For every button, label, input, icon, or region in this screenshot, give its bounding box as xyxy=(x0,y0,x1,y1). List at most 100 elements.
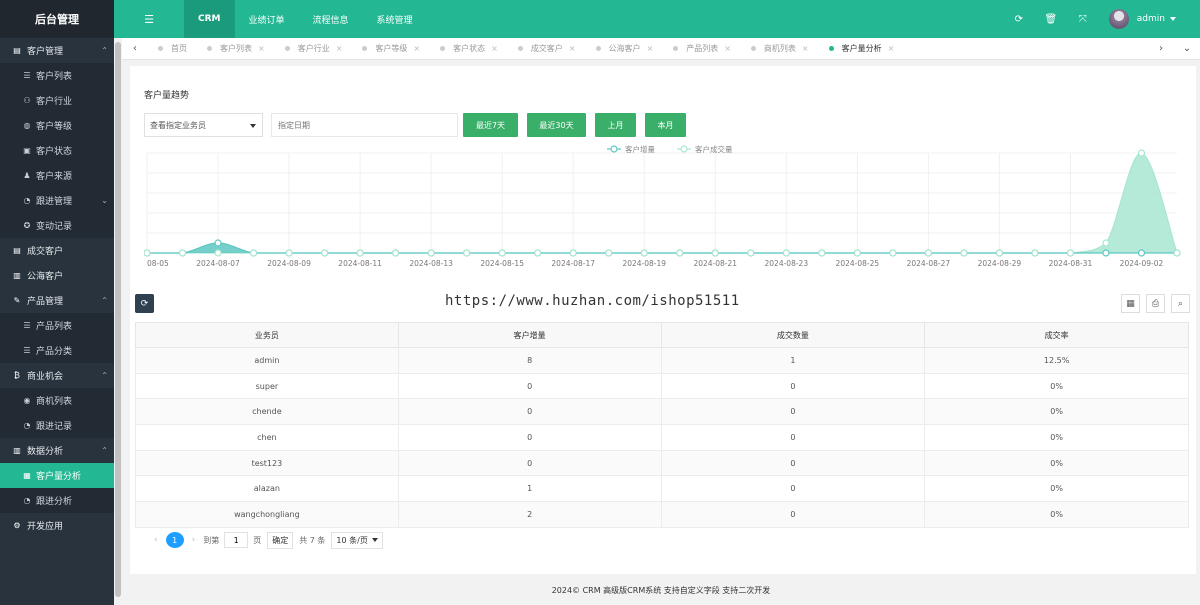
page-input[interactable] xyxy=(224,532,249,548)
sidebar-item-5-0[interactable]: ▦ 客户量分析 xyxy=(0,463,114,488)
column-header-deal-count[interactable]: 成交数量 xyxy=(660,322,926,348)
current-page[interactable]: 1 xyxy=(165,532,184,548)
sidebar-item-label: 产品分类 xyxy=(36,347,73,357)
sales-table: 业务员 客户增量 成交数量 成交率 admin 8 1 12.5% super 0 0 0% c… xyxy=(135,322,1189,528)
sidebar-item-0-5[interactable]: ◔ 跟进管理 ⌄ xyxy=(0,188,114,213)
last-7-days-button[interactable]: 最近7天 xyxy=(463,113,518,137)
topnav-system[interactable]: 系统管理 xyxy=(363,0,427,38)
table-cell: 12.5% xyxy=(924,347,1189,374)
last-month-button[interactable]: 上月 xyxy=(595,113,636,137)
this-month-button[interactable]: 本月 xyxy=(645,113,686,137)
sidebar-group-0[interactable]: ▤ 客户管理 ⌃ xyxy=(0,38,114,63)
sidebar-item-0-6[interactable]: ✪ 变动记录 xyxy=(0,213,114,238)
section-title: 客户量趋势 xyxy=(144,91,190,101)
user-name[interactable]: admin xyxy=(1137,14,1176,24)
data-point xyxy=(1137,149,1146,157)
page-size-select[interactable]: 10 条/页 xyxy=(331,531,383,549)
avatar[interactable] xyxy=(1108,9,1129,29)
goto-confirm-button[interactable]: 确定 xyxy=(267,531,294,549)
sidebar-item-3-1[interactable]: ☰ 产品分类 xyxy=(0,338,114,363)
close-icon[interactable]: × xyxy=(647,44,654,53)
column-header-salesperson[interactable]: 业务员 xyxy=(135,322,399,348)
sidebar-item-0-0[interactable]: ☰ 客户列表 xyxy=(0,63,114,88)
close-icon[interactable]: × xyxy=(888,44,895,53)
table-cell: 0% xyxy=(924,424,1189,451)
close-icon[interactable]: × xyxy=(258,44,265,53)
sidebar-item-4-0[interactable]: ◉ 商机列表 xyxy=(0,388,114,413)
tab-5[interactable]: 成交客户 × xyxy=(508,38,586,60)
table-row[interactable]: chen 0 0 0% xyxy=(135,424,1189,451)
tab-scroll-left-icon[interactable]: ‹ xyxy=(122,43,148,54)
sidebar-scrollbar[interactable] xyxy=(114,38,122,605)
fullscreen-icon[interactable]: ⤧ xyxy=(1067,14,1099,25)
close-icon[interactable]: × xyxy=(491,44,498,53)
column-header-customer-increase[interactable]: 客户增量 xyxy=(397,322,662,348)
data-point xyxy=(995,249,1004,257)
close-icon[interactable]: × xyxy=(413,44,420,53)
tab-4[interactable]: 客户状态 × xyxy=(430,38,508,60)
table-cell: 0 xyxy=(660,424,926,451)
sidebar-item-4-1[interactable]: ◔ 跟进记录 xyxy=(0,413,114,438)
tab-label: 客户量分析 xyxy=(841,44,882,53)
table-row[interactable]: super 0 0 0% xyxy=(135,372,1189,400)
tab-3[interactable]: 客户等级 × xyxy=(352,38,430,60)
topnav-crm[interactable]: CRM xyxy=(184,0,235,38)
date-input[interactable] xyxy=(271,113,458,137)
salesperson-select[interactable]: 查看指定业务员 xyxy=(144,113,263,137)
next-page-icon[interactable]: › xyxy=(192,535,196,545)
sidebar-group-3[interactable]: ✎ 产品管理 ⌃ xyxy=(0,288,114,313)
sidebar-item-5-1[interactable]: ◔ 跟进分析 xyxy=(0,488,114,513)
last-30-days-button[interactable]: 最近30天 xyxy=(527,113,586,137)
tab-6[interactable]: 公海客户 × xyxy=(586,38,664,60)
table-row[interactable]: wangchongliang 2 0 0% xyxy=(135,501,1189,528)
close-icon[interactable]: × xyxy=(724,44,731,53)
data-point xyxy=(924,249,932,257)
table-row[interactable]: test123 0 0 0% xyxy=(135,449,1189,477)
sidebar-item-0-2[interactable]: ◍ 客户等级 xyxy=(0,113,114,138)
sidebar-item-0-4[interactable]: ♟ 客户来源 xyxy=(0,163,114,188)
prev-page-icon[interactable]: ‹ xyxy=(154,535,158,545)
tab-1[interactable]: 客户列表 × xyxy=(197,38,275,60)
data-point xyxy=(144,249,151,257)
menu-toggle-icon[interactable]: ☰ xyxy=(114,13,184,26)
column-header-deal-rate[interactable]: 成交率 xyxy=(924,322,1189,348)
tab-9[interactable]: 客户量分析 × xyxy=(819,38,905,60)
tab-scroll-right-icon[interactable]: › xyxy=(1148,43,1174,54)
close-icon[interactable]: × xyxy=(802,44,809,53)
table-row[interactable]: admin 8 1 12.5% xyxy=(135,347,1189,374)
tab-8[interactable]: 商机列表 × xyxy=(741,38,819,60)
table-cell: 0 xyxy=(397,449,662,477)
sidebar-group-label: 数据分析 xyxy=(27,447,64,457)
trash-icon[interactable]: 🗑 xyxy=(1035,14,1067,25)
app-logo: 后台管理 xyxy=(0,0,114,38)
tab-7[interactable]: 产品列表 × xyxy=(663,38,741,60)
x-tick-label: 2024-08-15 xyxy=(480,259,524,268)
tab-0[interactable]: 首页 xyxy=(148,38,197,60)
sidebar-group-2[interactable]: ▥ 公海客户 xyxy=(0,263,114,288)
tab-label: 公海客户 xyxy=(608,44,641,53)
scrollbar-thumb[interactable] xyxy=(115,42,121,597)
sidebar-item-3-0[interactable]: ☰ 产品列表 xyxy=(0,313,114,338)
sidebar-group-4[interactable]: ₿ 商业机会 ⌃ xyxy=(0,363,114,388)
columns-icon[interactable]: ▦ xyxy=(1121,294,1140,313)
table-row[interactable]: chende 0 0 0% xyxy=(135,398,1189,426)
print-icon[interactable]: ⎙ xyxy=(1146,294,1165,313)
table-refresh-button[interactable]: ⟳ xyxy=(135,294,154,313)
sidebar-item-0-1[interactable]: ⚇ 客户行业 xyxy=(0,88,114,113)
search-icon[interactable]: ⌕ xyxy=(1171,294,1190,313)
topnav-process[interactable]: 流程信息 xyxy=(299,0,363,38)
bitcoin-icon: ₿ xyxy=(14,371,20,380)
trend-chart: 08-05 2024-08-07 2024-08-09 2024-08-11 2024-… xyxy=(144,144,1181,268)
sidebar-group-6[interactable]: ⚙ 开发应用 xyxy=(0,513,114,538)
sidebar-group-5[interactable]: ▥ 数据分析 ⌃ xyxy=(0,438,114,463)
close-icon[interactable]: × xyxy=(569,44,576,53)
close-icon[interactable]: × xyxy=(336,44,343,53)
tab-dot xyxy=(440,46,446,51)
topnav-orders[interactable]: 业绩订单 xyxy=(235,0,299,38)
tab-menu-chevron-icon[interactable]: ⌄ xyxy=(1174,43,1200,54)
sidebar-item-0-3[interactable]: ▣ 客户状态 xyxy=(0,138,114,163)
sidebar-group-1[interactable]: ▤ 成交客户 xyxy=(0,238,114,263)
tab-2[interactable]: 客户行业 × xyxy=(275,38,353,60)
refresh-icon[interactable]: ⟳ xyxy=(1003,14,1035,25)
table-row[interactable]: alazan 1 0 0% xyxy=(135,475,1189,503)
